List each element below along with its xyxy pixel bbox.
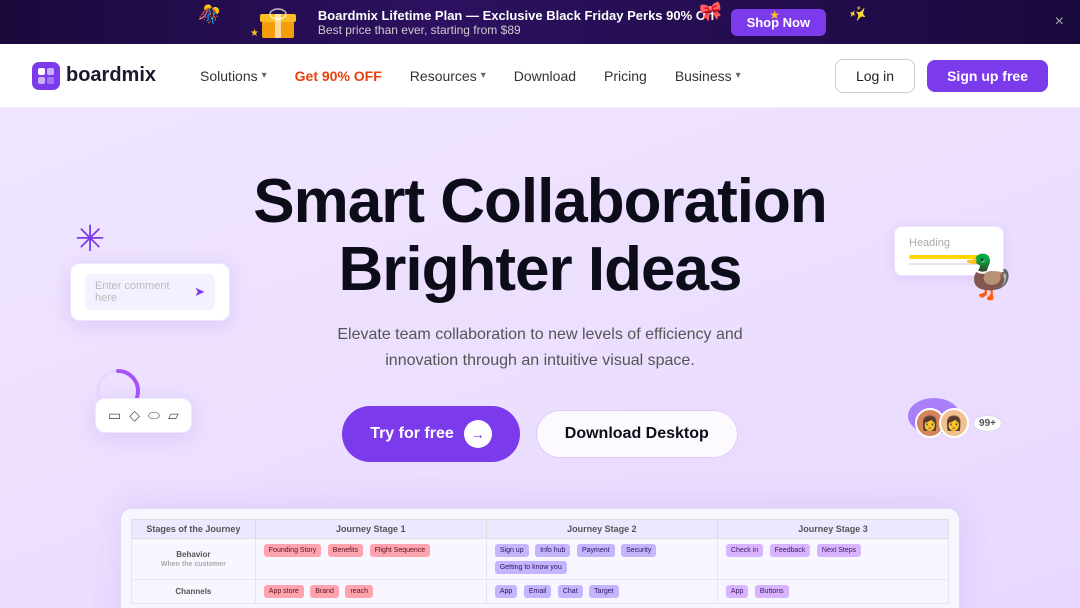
diamond-shape-icon: ◇	[129, 407, 140, 424]
hero-section: ✳ Enter comment here ➤ ▭ ◇ ⬭ ▱ Heading 🦆…	[0, 108, 1080, 608]
try-free-button[interactable]: Try for free →	[342, 406, 520, 462]
banner-decoration-3: ✨	[847, 2, 871, 25]
signup-button[interactable]: Sign up free	[927, 60, 1048, 92]
boardmix-logo-icon	[32, 62, 60, 90]
hero-title: Smart Collaboration Brighter Ideas	[253, 168, 827, 304]
gift-icon	[254, 4, 302, 40]
banner-sub-text: Best price than ever, starting from $89	[318, 23, 715, 37]
nav-solutions[interactable]: Solutions ▾	[188, 62, 279, 90]
promo-banner: 🎊 🎀 ✨ ★ ★ Boardmix Lifetime Plan — Exclu…	[0, 0, 1080, 44]
nav-download[interactable]: Download	[502, 62, 588, 90]
table-row-channels: Channels App store Brand reach App Email…	[132, 580, 949, 604]
banner-promo-text: Boardmix Lifetime Plan — Exclusive Black…	[318, 8, 715, 23]
heading-card-label: Heading	[909, 237, 989, 249]
resources-chevron-icon: ▾	[481, 70, 486, 81]
table-cell-c2: App Email Chat Target	[486, 580, 717, 604]
nav-pricing[interactable]: Pricing	[592, 62, 659, 90]
nav-resources[interactable]: Resources ▾	[398, 62, 498, 90]
avatar-cluster-decoration: 👩 👩 99+	[915, 408, 1002, 438]
nav-links: Solutions ▾ Get 90% OFF Resources ▾ Down…	[188, 62, 835, 90]
logo-link[interactable]: boardmix	[32, 62, 156, 90]
dashboard-inner: Stages of the Journey Journey Stage 1 Jo…	[121, 509, 959, 608]
duck-decoration: 🦆	[963, 253, 1015, 302]
dashboard-preview: Stages of the Journey Journey Stage 1 Jo…	[120, 508, 960, 608]
nav-actions: Log in Sign up free	[835, 59, 1048, 93]
avatar-count-badge: 99+	[973, 415, 1002, 432]
main-nav: boardmix Solutions ▾ Get 90% OFF Resourc…	[0, 44, 1080, 108]
comment-box-decoration: Enter comment here ➤	[70, 263, 230, 321]
solutions-chevron-icon: ▾	[262, 70, 267, 81]
oval-shape-icon: ⬭	[148, 407, 160, 424]
journey-table: Stages of the Journey Journey Stage 1 Jo…	[131, 519, 949, 604]
logo-text: boardmix	[66, 64, 156, 87]
download-desktop-button[interactable]: Download Desktop	[536, 410, 738, 458]
banner-decoration-1: 🎊	[197, 2, 223, 28]
banner-close-button[interactable]: ×	[1055, 13, 1064, 31]
table-header-0: Stages of the Journey	[132, 520, 256, 539]
banner-center: Boardmix Lifetime Plan — Exclusive Black…	[318, 8, 715, 37]
rect-shape-icon: ▭	[108, 407, 121, 424]
login-button[interactable]: Log in	[835, 59, 915, 93]
table-cell-b1: Founding Story Benefits Flight Sequence	[255, 539, 486, 580]
table-row-behavior: Behavior When the customer Founding Stor…	[132, 539, 949, 580]
table-cell-c1: App store Brand reach	[255, 580, 486, 604]
shape-toolbar-decoration: ▭ ◇ ⬭ ▱	[95, 398, 192, 433]
table-header-2: Journey Stage 2	[486, 520, 717, 539]
shop-now-button[interactable]: Shop Now	[731, 9, 827, 36]
try-arrow-icon: →	[464, 420, 492, 448]
table-cell-b3: Check in Feedback Next Steps	[717, 539, 948, 580]
hero-buttons: Try for free → Download Desktop	[342, 406, 738, 462]
parallelogram-shape-icon: ▱	[168, 407, 179, 424]
comment-send-icon: ➤	[194, 284, 205, 300]
table-cell-c3: App Buttons	[717, 580, 948, 604]
avatar-2: 👩	[939, 408, 969, 438]
nav-business[interactable]: Business ▾	[663, 62, 753, 90]
asterisk-decoration: ✳	[75, 218, 105, 260]
table-header-3: Journey Stage 3	[717, 520, 948, 539]
table-header-1: Journey Stage 1	[255, 520, 486, 539]
business-chevron-icon: ▾	[736, 70, 741, 81]
hero-subtitle: Elevate team collaboration to new levels…	[320, 322, 760, 373]
comment-input-fake: Enter comment here ➤	[85, 274, 215, 310]
nav-discount[interactable]: Get 90% OFF	[283, 62, 394, 90]
table-cell-b2: Sign up Info hub Payment Security Gettin…	[486, 539, 717, 580]
